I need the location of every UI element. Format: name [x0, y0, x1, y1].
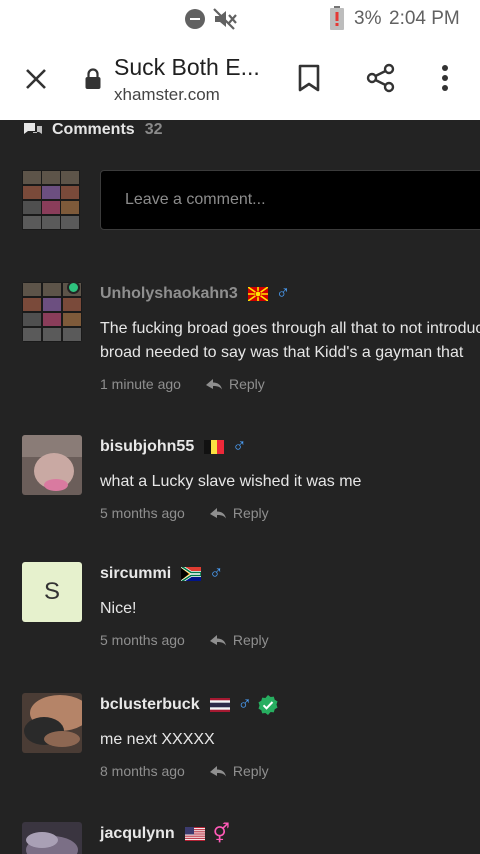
comment-time: 5 months ago — [100, 505, 185, 521]
comment-text: me next XXXXX — [100, 731, 215, 748]
more-vert-icon[interactable] — [432, 63, 458, 93]
mute-icon — [213, 8, 237, 30]
comment-text: Nice! — [100, 600, 137, 617]
comment-text-line-2: broad needed to say was that Kidd's a ga… — [100, 344, 464, 361]
battery-alert-icon — [330, 6, 344, 30]
comment-time: 5 months ago — [100, 632, 185, 648]
reply-icon — [209, 766, 226, 777]
reply-button[interactable]: Reply — [209, 632, 269, 648]
comment-input[interactable] — [100, 170, 480, 230]
browser-toolbar: Suck Both E... xhamster.com — [0, 38, 480, 120]
username[interactable]: Unholyshaokahn3 — [100, 285, 238, 303]
male-icon: ♂ — [232, 436, 247, 457]
reply-icon — [209, 508, 226, 519]
comment-time: 8 months ago — [100, 763, 185, 779]
page-url[interactable]: xhamster.com — [114, 85, 220, 105]
flag-us-icon — [184, 827, 205, 841]
male-icon: ♂ — [237, 694, 252, 715]
reply-label: Reply — [232, 763, 269, 779]
close-icon[interactable] — [22, 65, 50, 93]
reply-label: Reply — [232, 632, 269, 648]
verified-icon — [258, 695, 278, 715]
avatar[interactable]: S — [22, 562, 82, 622]
comments-icon — [24, 123, 42, 134]
flag-mk-icon — [247, 287, 268, 301]
page-title[interactable]: Suck Both E... — [114, 54, 260, 81]
avatar[interactable] — [22, 822, 82, 854]
reply-button[interactable]: Reply — [209, 505, 269, 521]
comment-text: The fucking broad goes through all that … — [100, 320, 480, 337]
male-icon: ♂ — [209, 563, 224, 584]
username[interactable]: bisubjohn55 — [100, 438, 194, 456]
username[interactable]: jacqulynn — [100, 825, 175, 843]
bookmark-icon[interactable] — [296, 63, 322, 93]
comment-text: what a Lucky slave wished it was me — [100, 473, 362, 490]
comments-section: Comments 32 Unholyshaokahn3 ♂ — [0, 120, 480, 854]
flag-za-icon — [181, 567, 202, 581]
lock-icon — [85, 68, 101, 89]
comments-label: Comments — [52, 121, 135, 138]
flag-be-icon — [204, 440, 225, 454]
dnd-icon — [185, 9, 205, 29]
reply-icon — [205, 379, 222, 390]
status-bar: 3% 2:04 PM — [0, 0, 480, 38]
username[interactable]: sircummi — [100, 565, 171, 583]
avatar[interactable] — [22, 693, 82, 753]
reply-button[interactable]: Reply — [209, 763, 269, 779]
flag-th-icon — [209, 698, 230, 712]
reply-label: Reply — [232, 505, 269, 521]
comments-header: Comments 32 — [22, 120, 162, 140]
male-icon: ♂ — [275, 283, 291, 304]
clock: 2:04 PM — [389, 8, 460, 29]
battery-percent: 3% — [354, 8, 382, 29]
female-icon: ⚥ — [212, 823, 230, 845]
share-icon[interactable] — [366, 63, 396, 93]
reply-button[interactable]: Reply — [205, 376, 265, 392]
comments-count: 32 — [144, 121, 163, 138]
reply-label: Reply — [228, 376, 265, 392]
comment-time: 1 minute ago — [100, 376, 181, 392]
avatar[interactable] — [22, 435, 82, 495]
reply-icon — [209, 635, 226, 646]
current-user-avatar[interactable] — [22, 170, 80, 230]
username[interactable]: bclusterbuck — [100, 696, 200, 714]
online-indicator — [67, 281, 80, 294]
